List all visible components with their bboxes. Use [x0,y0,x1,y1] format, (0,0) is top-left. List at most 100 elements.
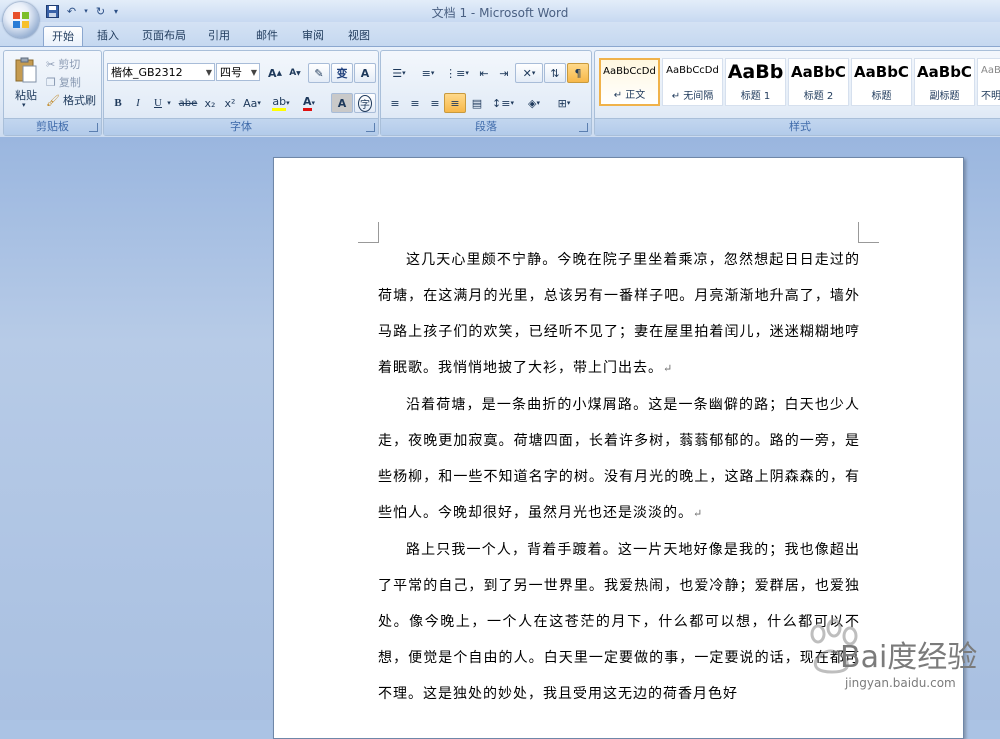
paragraph-mark-icon: ¶ [574,66,582,80]
bullets-icon: ☰ [392,66,403,80]
align-center-icon: ≡ [410,96,420,110]
dialog-launcher-icon[interactable] [89,123,98,132]
clipboard-group: 粘贴 ▾ ✂ 剪切 ❐ 复制 🖌 格式刷 剪贴板 [3,50,102,136]
font-name-value: 楷体_GB2312 [111,66,183,79]
clear-formatting-button[interactable]: ✎ [308,63,330,83]
grow-font-icon: A [268,66,277,80]
dialog-launcher-icon[interactable] [579,123,588,132]
numbering-button[interactable]: ≡ ▾ [413,63,443,83]
paragraph-mark-icon: ↵ [693,507,704,520]
phonetic-guide-button[interactable]: 变 [331,63,353,83]
paragraph: 这几天心里颇不宁静。今晚在院子里坐着乘凉，忽然想起日日走过的荷塘，在这满月的光里… [378,242,860,387]
change-case-icon: Aa [243,96,258,110]
superscript-button[interactable]: x² [219,93,241,113]
copy-icon: ❐ [46,75,56,89]
font-size-value: 四号 [220,66,242,79]
style-normal[interactable]: AaBbCcDd ↵ 正文 [599,58,660,106]
align-center-button[interactable]: ≡ [404,93,426,113]
borders-button[interactable]: ⊞ ▾ [549,93,579,113]
scissors-icon: ✂ [46,57,56,71]
character-shading-button[interactable]: A [331,93,353,113]
customize-icon[interactable]: ▾ [111,3,121,19]
font-group: 楷体_GB2312 ▼ 四号 ▼ A ▲ A ▼ ✎ 变 A B I U ▾ abe… [103,50,379,136]
tab-insert[interactable]: 插入 [89,26,127,46]
chinese-layout-button[interactable]: ✕ ▾ [515,63,543,83]
align-left-button[interactable]: ≡ [384,93,406,113]
enclose-characters-button[interactable]: 字 [354,93,376,113]
sort-button[interactable]: ⇅ [544,63,566,83]
title-bar: 文档 1 - Microsoft Word [0,0,1000,22]
paragraph-mark-icon: ↵ [663,362,674,375]
clear-formatting-icon: ✎ [314,66,324,80]
format-painter-button[interactable]: 🖌 格式刷 [46,91,96,109]
multilevel-list-button[interactable]: ⋮≡ ▾ [442,63,472,83]
character-border-icon: A [360,66,370,80]
shrink-font-button[interactable]: A ▼ [284,63,306,83]
office-button[interactable] [3,2,39,38]
styles-group: AaBbCcDd ↵ 正文 AaBbCcDd ↵ 无间隔 AaBb 标题 1 A… [594,50,1000,136]
paste-icon [15,57,37,83]
save-icon[interactable] [44,3,61,19]
bullets-button[interactable]: ☰ ▾ [384,63,414,83]
tab-view[interactable]: 视图 [340,26,378,46]
underline-dropdown-icon[interactable]: ▾ [164,93,174,113]
font-color-button[interactable]: A ▾ [298,93,320,113]
tab-mailings[interactable]: 邮件 [248,26,286,46]
highlighter-icon: ab [272,95,287,111]
paste-button[interactable]: 粘贴 ▾ [9,55,43,111]
style-name: 标题 1 [740,91,771,102]
paragraph-text: 路上只我一个人，背着手踱着。这一片天地好像是我的；我也像超出了平常的自己，到了另… [378,542,860,702]
font-size-select[interactable]: 四号 ▼ [216,63,260,81]
document-body[interactable]: 这几天心里颇不宁静。今晚在院子里坐着乘凉，忽然想起日日走过的荷塘，在这满月的光里… [378,242,860,712]
tab-references[interactable]: 引用 [200,26,238,46]
align-right-button[interactable]: ≡ [424,93,446,113]
bold-button[interactable]: B [107,93,129,113]
style-subtitle[interactable]: AaBbC 副标题 [914,58,975,106]
style-name: ↵ 正文 [613,90,646,101]
style-title[interactable]: AaBbC 标题 [851,58,912,106]
paragraph-group-title: 段落 [381,118,591,135]
tab-page-layout[interactable]: 页面布局 [135,26,193,46]
dialog-launcher-icon[interactable] [366,123,375,132]
font-name-select[interactable]: 楷体_GB2312 ▼ [107,63,215,81]
show-marks-button[interactable]: ¶ [567,63,589,83]
justify-icon: ≡ [450,96,460,110]
distributed-button[interactable]: ▤ [466,93,488,113]
increase-indent-button[interactable]: ⇥ [493,63,515,83]
style-name: 不明 [981,91,1000,102]
style-subtle[interactable]: AaBb 不明 [977,58,1000,106]
grow-font-button[interactable]: A ▲ [264,63,286,83]
style-heading-2[interactable]: AaBbC 标题 2 [788,58,849,106]
ribbon-tabs: 开始 插入 页面布局 引用 邮件 审阅 视图 [0,22,1000,47]
undo-dropdown-icon[interactable]: ▾ [82,3,90,19]
paste-dropdown-icon: ▾ [22,101,26,109]
undo-icon[interactable]: ↶ [63,3,80,19]
cut-label: 剪切 [58,58,81,71]
styles-group-title: 样式 [595,118,1000,135]
crop-mark [858,222,879,243]
decrease-indent-button[interactable]: ⇤ [473,63,495,83]
shading-button[interactable]: ◈ ▾ [519,93,549,113]
paragraph: 路上只我一个人，背着手踱着。这一片天地好像是我的；我也像超出了平常的自己，到了另… [378,532,860,712]
copy-button[interactable]: ❐ 复制 [46,73,81,91]
style-no-spacing[interactable]: AaBbCcDd ↵ 无间隔 [662,58,723,106]
chevron-down-icon: ▼ [205,68,212,77]
tab-home[interactable]: 开始 [43,26,83,47]
style-heading-1[interactable]: AaBb 标题 1 [725,58,786,106]
enclose-characters-icon: 字 [358,94,372,112]
justify-button[interactable]: ≡ [444,93,466,113]
tab-review[interactable]: 审阅 [294,26,332,46]
line-spacing-icon: ↕≡ [492,96,511,110]
change-case-button[interactable]: Aa ▾ [241,93,263,113]
character-border-button[interactable]: A [354,63,376,83]
redo-icon[interactable]: ↻ [92,3,109,19]
font-group-title: 字体 [104,118,378,135]
cut-button[interactable]: ✂ 剪切 [46,55,80,73]
highlight-button[interactable]: ab ▾ [270,93,292,113]
subscript-button[interactable]: x₂ [199,93,221,113]
align-left-icon: ≡ [390,96,400,110]
line-spacing-button[interactable]: ↕≡ ▾ [488,93,518,113]
style-sample: AaBbC [854,63,909,81]
italic-button[interactable]: I [127,93,149,113]
strikethrough-button[interactable]: abe [177,93,199,113]
